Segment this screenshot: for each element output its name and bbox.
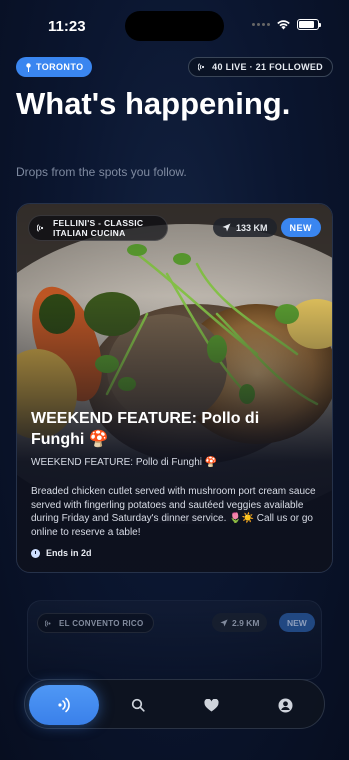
city-label: TORONTO [36, 62, 84, 72]
card-distance: 133 KM [236, 222, 268, 233]
location-pin-icon [26, 62, 31, 72]
card-distance-chip: 133 KM [213, 218, 277, 237]
new-badge: NEW [279, 613, 315, 632]
new-badge: NEW [280, 218, 321, 237]
clock-icon [31, 548, 40, 558]
signal-icon [252, 23, 270, 26]
status-bar: 11:23 [0, 0, 349, 50]
card-distance: 2.9 KM [232, 617, 260, 628]
navigation-arrow-icon [222, 223, 231, 232]
tab-live[interactable] [29, 685, 99, 725]
live-broadcast-icon [198, 63, 205, 71]
card-spot-name: EL CONVENTO RICO [59, 618, 144, 628]
navigation-arrow-icon [220, 618, 228, 627]
tab-favorites[interactable] [189, 685, 233, 725]
heart-icon [203, 698, 219, 711]
tab-search[interactable] [116, 685, 160, 725]
live-summary-label: 40 LIVE · 21 FOLLOWED [212, 62, 323, 72]
page-subtitle: Drops from the spots you follow. [16, 165, 187, 179]
live-broadcast-icon [58, 697, 70, 713]
feed-card[interactable]: FELLINI'S - CLASSIC ITALIAN CUCINA 133 K… [16, 203, 333, 573]
profile-icon [278, 698, 292, 712]
battery-icon [297, 19, 321, 30]
card-expiry: Ends in 2d [31, 548, 92, 558]
card-title: WEEKEND FEATURE: Pollo di Funghi 🍄 [31, 410, 260, 448]
live-broadcast-icon [45, 619, 51, 627]
card-subtitle: WEEKEND FEATURE: Pollo di Funghi 🍄 [31, 457, 218, 468]
status-time: 11:23 [48, 18, 86, 35]
dynamic-island [125, 11, 224, 41]
card-spot-chip[interactable]: FELLINI'S - CLASSIC ITALIAN CUCINA [28, 215, 168, 241]
header-chips: TORONTO 40 LIVE · 21 FOLLOWED [16, 57, 333, 77]
card-spot-chip[interactable]: EL CONVENTO RICO [37, 613, 154, 633]
card-spot-name: FELLINI'S - CLASSIC ITALIAN CUCINA [53, 218, 144, 238]
live-summary-chip[interactable]: 40 LIVE · 21 FOLLOWED [188, 57, 333, 77]
card-description: Breaded chicken cutlet served with mushr… [31, 486, 316, 538]
search-icon [131, 698, 145, 712]
live-broadcast-icon [37, 224, 44, 232]
page-title: What's happening. [16, 86, 291, 121]
card-distance-chip: 2.9 KM [212, 613, 268, 632]
wifi-icon [277, 20, 290, 30]
status-icons [252, 19, 321, 30]
tab-profile[interactable] [263, 685, 307, 725]
card-expiry-label: Ends in 2d [46, 548, 92, 558]
feed-card[interactable]: EL CONVENTO RICO 2.9 KM NEW [27, 600, 322, 680]
tab-bar [24, 679, 325, 729]
city-selector[interactable]: TORONTO [16, 57, 93, 77]
